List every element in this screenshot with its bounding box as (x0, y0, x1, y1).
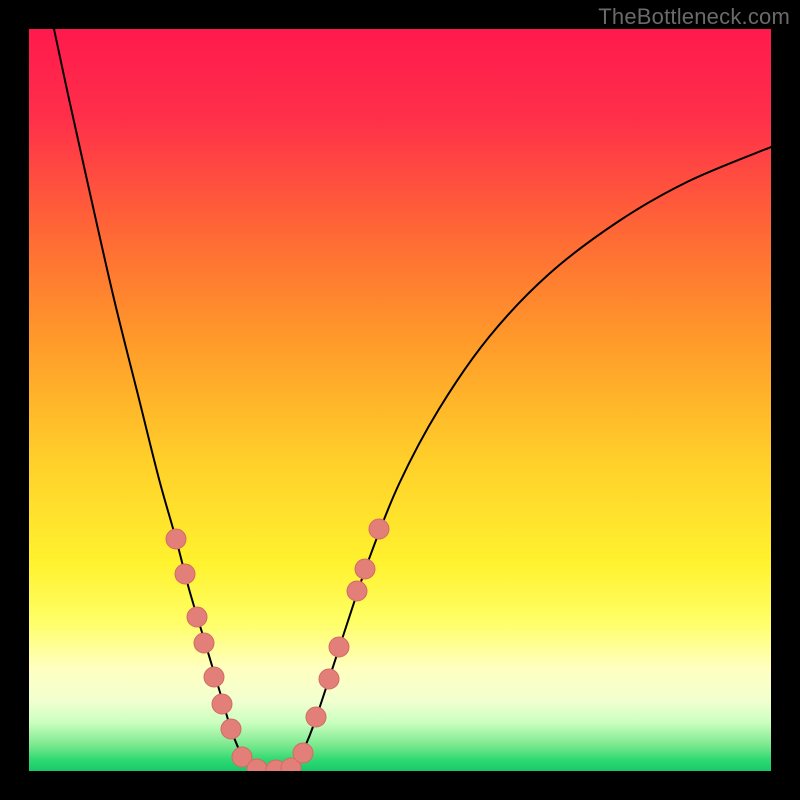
data-marker (329, 637, 349, 657)
data-marker (293, 743, 313, 763)
data-marker (187, 607, 207, 627)
data-marker (306, 707, 326, 727)
watermark-text: TheBottleneck.com (598, 4, 790, 30)
data-marker (175, 564, 195, 584)
data-marker (369, 519, 389, 539)
data-marker (355, 559, 375, 579)
data-marker (204, 667, 224, 687)
data-marker (166, 529, 186, 549)
plot-area (29, 29, 771, 771)
data-marker (221, 719, 241, 739)
data-marker (194, 633, 214, 653)
chart-frame: TheBottleneck.com (0, 0, 800, 800)
chart-svg (29, 29, 771, 771)
data-marker (347, 581, 367, 601)
data-marker (212, 694, 232, 714)
gradient-background (29, 29, 771, 771)
data-marker (319, 669, 339, 689)
